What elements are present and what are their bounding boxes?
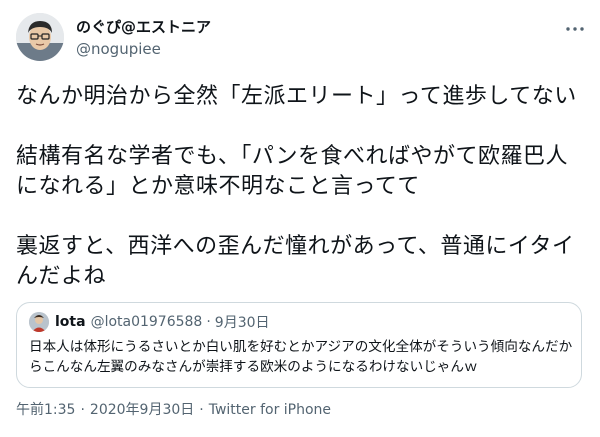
- avatar-image: [16, 13, 64, 61]
- author-handle[interactable]: @nogupiee: [76, 39, 211, 59]
- author-info: のぐぴ@エストニア @nogupiee: [76, 17, 211, 59]
- author-display-name[interactable]: のぐぴ@エストニア: [76, 17, 211, 37]
- tweet-time[interactable]: 午前1:35: [16, 401, 75, 419]
- tweet-paragraph: 裏返すと、西洋への歪んだ憧れがあって、普通にイタイんだよね: [16, 234, 575, 289]
- more-horizontal-icon[interactable]: [564, 21, 586, 37]
- quoted-tweet[interactable]: lota @lota01976588 · 9月30日 日本人は体形にうるさいとか…: [16, 302, 582, 388]
- tweet-paragraph: なんか明治から全然「左派エリート」って進歩してない: [16, 84, 577, 109]
- separator-dot: ·: [199, 402, 204, 418]
- quoted-author-handle[interactable]: @lota01976588: [91, 314, 203, 330]
- tweet-text: なんか明治から全然「左派エリート」って進歩してない 結構有名な学者でも、「パンを…: [16, 82, 586, 292]
- tweet-date[interactable]: 2020年9月30日: [90, 401, 194, 419]
- quoted-tweet-header: lota @lota01976588 · 9月30日: [29, 312, 270, 332]
- quoted-tweet-text: 日本人は体形にうるさいとか白い肌を好むとかアジアの文化全体がそういう傾向なんだか…: [29, 339, 573, 375]
- tweet-metadata: 午前1:35 · 2020年9月30日 · Twitter for iPhone: [16, 401, 331, 419]
- separator-dot: ·: [206, 314, 211, 330]
- quoted-author-name[interactable]: lota: [55, 314, 86, 330]
- tweet-card: のぐぴ@エストニア @nogupiee なんか明治から全然「左派エリート」って進…: [0, 0, 600, 437]
- quoted-avatar-image: [29, 312, 49, 332]
- tweet-source[interactable]: Twitter for iPhone: [209, 401, 331, 419]
- author-avatar[interactable]: [16, 13, 64, 61]
- quoted-tweet-date[interactable]: 9月30日: [215, 312, 270, 332]
- separator-dot: ·: [80, 402, 85, 418]
- quoted-author-avatar[interactable]: [29, 312, 49, 332]
- tweet-paragraph: 結構有名な学者でも、「パンを食べればやがて欧羅巴人になれる」とか意味不明なこと言…: [16, 144, 568, 199]
